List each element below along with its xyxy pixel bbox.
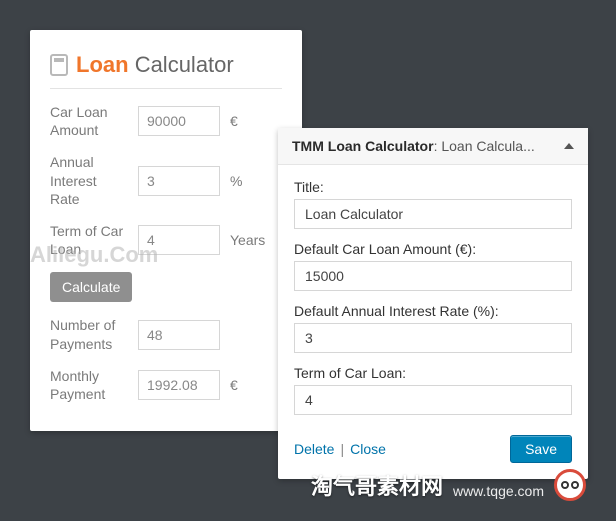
rate-input[interactable] bbox=[138, 166, 220, 196]
term-label: Term of Car Loan bbox=[50, 222, 128, 258]
settings-title-input[interactable] bbox=[294, 199, 572, 229]
amount-unit: € bbox=[230, 113, 238, 129]
term-unit: Years bbox=[230, 232, 265, 248]
monthly-unit: € bbox=[230, 377, 238, 393]
loan-calculator-card: Loan Calculator Car Loan Amount € Annual… bbox=[30, 30, 302, 431]
settings-header[interactable]: TMM Loan Calculator: Loan Calcula... bbox=[278, 128, 588, 165]
rate-unit: % bbox=[230, 173, 242, 189]
footer-separator: | bbox=[340, 441, 344, 457]
settings-header-prefix: TMM Loan Calculator bbox=[292, 138, 434, 154]
title-part2: Calculator bbox=[135, 52, 234, 77]
settings-rate-input[interactable] bbox=[294, 323, 572, 353]
watermark-url: www.tqge.com bbox=[453, 483, 544, 499]
calculate-button[interactable]: Calculate bbox=[50, 272, 132, 302]
rate-label: Annual Interest Rate bbox=[50, 153, 128, 208]
widget-settings-card: TMM Loan Calculator: Loan Calcula... Tit… bbox=[278, 128, 588, 479]
settings-term-label: Term of Car Loan: bbox=[294, 365, 572, 381]
settings-term-input[interactable] bbox=[294, 385, 572, 415]
collapse-icon[interactable] bbox=[564, 143, 574, 149]
row-rate: Annual Interest Rate % bbox=[50, 153, 282, 208]
settings-amount-label: Default Car Loan Amount (€): bbox=[294, 241, 572, 257]
monthly-output bbox=[138, 370, 220, 400]
watermark-cn: 淘气哥素材网 bbox=[311, 469, 443, 501]
title-part1: Loan bbox=[76, 52, 129, 77]
settings-footer: Delete | Close Save bbox=[294, 435, 572, 463]
row-num-payments: Number of Payments bbox=[50, 316, 282, 352]
amount-input[interactable] bbox=[138, 106, 220, 136]
watermark-badge: 淘气哥素材网 www.tqge.com bbox=[301, 463, 596, 507]
delete-link[interactable]: Delete bbox=[294, 441, 334, 457]
close-link[interactable]: Close bbox=[350, 441, 386, 457]
settings-title-label: Title: bbox=[294, 179, 572, 195]
row-term: Term of Car Loan Years bbox=[50, 222, 282, 258]
row-monthly: Monthly Payment € bbox=[50, 367, 282, 403]
mascot-icon bbox=[554, 469, 586, 501]
calculator-title: Loan Calculator bbox=[50, 52, 282, 89]
settings-rate-label: Default Annual Interest Rate (%): bbox=[294, 303, 572, 319]
amount-label: Car Loan Amount bbox=[50, 103, 128, 139]
num-payments-label: Number of Payments bbox=[50, 316, 128, 352]
settings-amount-input[interactable] bbox=[294, 261, 572, 291]
monthly-label: Monthly Payment bbox=[50, 367, 128, 403]
settings-header-suffix: : Loan Calcula... bbox=[434, 138, 535, 154]
settings-body: Title: Default Car Loan Amount (€): Defa… bbox=[278, 165, 588, 479]
num-payments-output bbox=[138, 320, 220, 350]
save-button[interactable]: Save bbox=[510, 435, 572, 463]
calculator-icon bbox=[50, 54, 68, 76]
row-amount: Car Loan Amount € bbox=[50, 103, 282, 139]
term-input[interactable] bbox=[138, 225, 220, 255]
